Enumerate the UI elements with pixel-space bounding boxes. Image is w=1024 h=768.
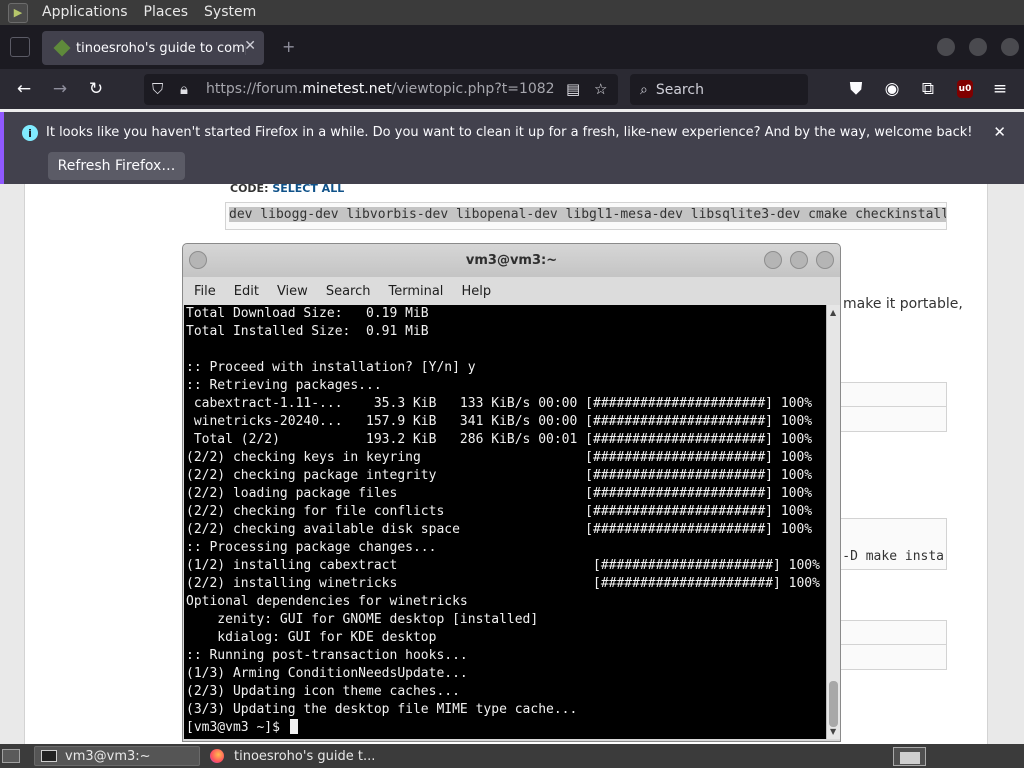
terminal-minimize-button[interactable] — [764, 251, 782, 269]
terminal-line: cabextract-1.11-... 35.3 KiB 133 KiB/s 0… — [186, 396, 813, 411]
reload-icon[interactable]: ↻ — [84, 77, 108, 101]
terminal-line: kdialog: GUI for KDE desktop — [186, 630, 437, 645]
lock-icon[interactable]: 🔒︎ — [180, 80, 188, 98]
menu-edit[interactable]: Edit — [225, 284, 268, 299]
scroll-up-arrow-icon[interactable]: ▲ — [830, 308, 836, 317]
menu-terminal[interactable]: Terminal — [379, 284, 452, 299]
menu-places[interactable]: Places — [136, 0, 197, 25]
terminal-icon — [41, 750, 57, 762]
terminal-line: (2/2) checking available disk space [###… — [186, 522, 813, 537]
terminal-maximize-button[interactable] — [790, 251, 808, 269]
terminal-line: Optional dependencies for winetricks — [186, 594, 468, 609]
menu-help[interactable]: Help — [452, 284, 500, 299]
close-tab-icon[interactable]: ✕ — [244, 38, 256, 54]
ublock-origin-icon[interactable]: u0 — [957, 80, 973, 98]
tab-title: tinoesroho's guide to compiling — [76, 40, 246, 56]
minimize-window-button[interactable] — [937, 38, 955, 56]
terminal-titlebar[interactable]: vm3@vm3:~ — [183, 244, 840, 277]
workspace-window-thumb — [900, 752, 920, 764]
taskbar-item-label: vm3@vm3:~ — [65, 748, 151, 764]
scrollbar-thumb[interactable] — [829, 681, 838, 727]
reader-view-icon[interactable]: ▤ — [566, 80, 580, 98]
menu-file[interactable]: File — [185, 284, 225, 299]
info-icon: i — [22, 125, 38, 141]
refresh-firefox-button[interactable]: Refresh Firefox… — [48, 152, 185, 180]
terminal-line: (2/2) checking keys in keyring [########… — [186, 450, 813, 465]
url-bar[interactable]: ⛉ 🔒︎ https://forum.minetest.net/viewtopi… — [144, 74, 618, 105]
text-cursor — [289, 719, 298, 734]
notification-message: It looks like you haven't started Firefo… — [46, 125, 973, 140]
top-panel: ▶ Applications Places System — [0, 0, 1024, 25]
url-text[interactable]: https://forum.minetest.net/viewtopic.php… — [206, 81, 555, 97]
firefox-view-icon[interactable] — [10, 37, 30, 57]
terminal-line: (2/3) Updating icon theme caches... — [186, 684, 460, 699]
firefox-tab-bar: tinoesroho's guide to compiling ✕ + — [0, 25, 1024, 69]
maximize-window-button[interactable] — [969, 38, 987, 56]
terminal-line: (2/2) checking package integrity [######… — [186, 468, 813, 483]
firefox-icon — [210, 749, 224, 763]
terminal-prompt[interactable]: [vm3@vm3 ~]$ — [186, 719, 826, 737]
terminal-close-button[interactable] — [816, 251, 834, 269]
select-all-link[interactable]: SELECT ALL — [272, 182, 344, 195]
terminal-line: Total Download Size: 0.19 MiB — [186, 306, 429, 321]
close-notification-icon[interactable]: ✕ — [993, 123, 1006, 141]
terminal-menubar: File Edit View Search Terminal Help — [183, 277, 840, 305]
menu-search[interactable]: Search — [317, 284, 380, 299]
code-text-3: -D make insta — [842, 549, 944, 564]
taskbar-item-terminal[interactable]: vm3@vm3:~ — [34, 746, 200, 766]
back-arrow-icon[interactable]: ← — [12, 77, 36, 101]
bottom-taskbar: vm3@vm3:~ tinoesroho's guide t... — [0, 744, 1024, 768]
terminal-line: :: Running post-transaction hooks... — [186, 648, 468, 663]
terminal-line: :: Processing package changes... — [186, 540, 437, 555]
code-label: CODE: SELECT ALL — [230, 182, 345, 195]
terminal-line: (2/2) loading package files [###########… — [186, 486, 813, 501]
terminal-window[interactable]: vm3@vm3:~ File Edit View Search Terminal… — [182, 243, 841, 742]
terminal-line: (1/3) Arming ConditionNeedsUpdate... — [186, 666, 468, 681]
search-bar[interactable]: ⌕ Search — [630, 74, 808, 105]
browser-tab[interactable]: tinoesroho's guide to compiling ✕ — [42, 31, 264, 65]
terminal-line: :: Retrieving packages... — [186, 378, 382, 393]
taskbar-item-label: tinoesroho's guide t... — [234, 748, 376, 764]
terminal-line: Total Installed Size: 0.91 MiB — [186, 324, 429, 339]
minetest-favicon-icon — [53, 39, 71, 57]
terminal-line: :: Proceed with installation? [Y/n] y — [186, 360, 476, 375]
terminal-output[interactable]: Total Download Size: 0.19 MiB Total Inst… — [184, 305, 826, 739]
shield-icon[interactable]: ⛉ — [152, 80, 163, 98]
terminal-line: winetricks-20240... 157.9 KiB 341 KiB/s … — [186, 414, 813, 429]
terminal-line: (3/3) Updating the desktop file MIME typ… — [186, 702, 578, 717]
account-icon[interactable]: ◉ — [880, 77, 904, 101]
post-text: make it portable, — [843, 296, 963, 312]
new-tab-icon[interactable]: + — [282, 37, 295, 56]
code-block[interactable]: dev libogg-dev libvorbis-dev libopenal-d… — [225, 202, 947, 230]
extensions-icon[interactable]: ⧉ — [916, 77, 940, 101]
workspace-switcher[interactable] — [893, 747, 926, 766]
code-text: dev libogg-dev libvorbis-dev libopenal-d… — [229, 207, 946, 222]
show-desktop-icon[interactable] — [2, 749, 20, 763]
scroll-down-arrow-icon[interactable]: ▼ — [830, 727, 836, 736]
hamburger-menu-icon[interactable]: ≡ — [988, 77, 1012, 101]
bookmark-star-icon[interactable]: ☆ — [594, 80, 607, 98]
close-window-button[interactable] — [1001, 38, 1019, 56]
prompt-text: [vm3@vm3 ~]$ — [186, 720, 288, 735]
search-placeholder: Search — [655, 81, 704, 98]
terminal-title: vm3@vm3:~ — [465, 253, 558, 268]
menu-view[interactable]: View — [268, 284, 317, 299]
taskbar-item-firefox[interactable]: tinoesroho's guide t... — [204, 746, 384, 766]
menu-system[interactable]: System — [196, 0, 264, 25]
forward-arrow-icon[interactable]: → — [48, 77, 72, 101]
firefox-nav-bar: ← → ↻ ⛉ 🔒︎ https://forum.minetest.net/vi… — [0, 69, 1024, 109]
search-icon: ⌕ — [640, 81, 648, 98]
terminal-line: (1/2) installing cabextract [###########… — [186, 558, 820, 573]
menu-applications[interactable]: Applications — [34, 0, 136, 25]
terminal-scrollbar[interactable]: ▲ ▼ — [826, 305, 840, 739]
terminal-line: zenity: GUI for GNOME desktop [installed… — [186, 612, 539, 627]
terminal-line: (2/2) installing winetricks [###########… — [186, 576, 820, 591]
terminal-line: (2/2) checking for file conflicts [#####… — [186, 504, 813, 519]
refresh-notification-bar: i It looks like you haven't started Fire… — [0, 112, 1024, 184]
pocket-icon[interactable]: ⛊ — [844, 77, 868, 101]
distro-logo-icon[interactable]: ▶ — [8, 2, 28, 23]
terminal-line: Total (2/2) 193.2 KiB 286 KiB/s 00:01 [#… — [186, 432, 813, 447]
